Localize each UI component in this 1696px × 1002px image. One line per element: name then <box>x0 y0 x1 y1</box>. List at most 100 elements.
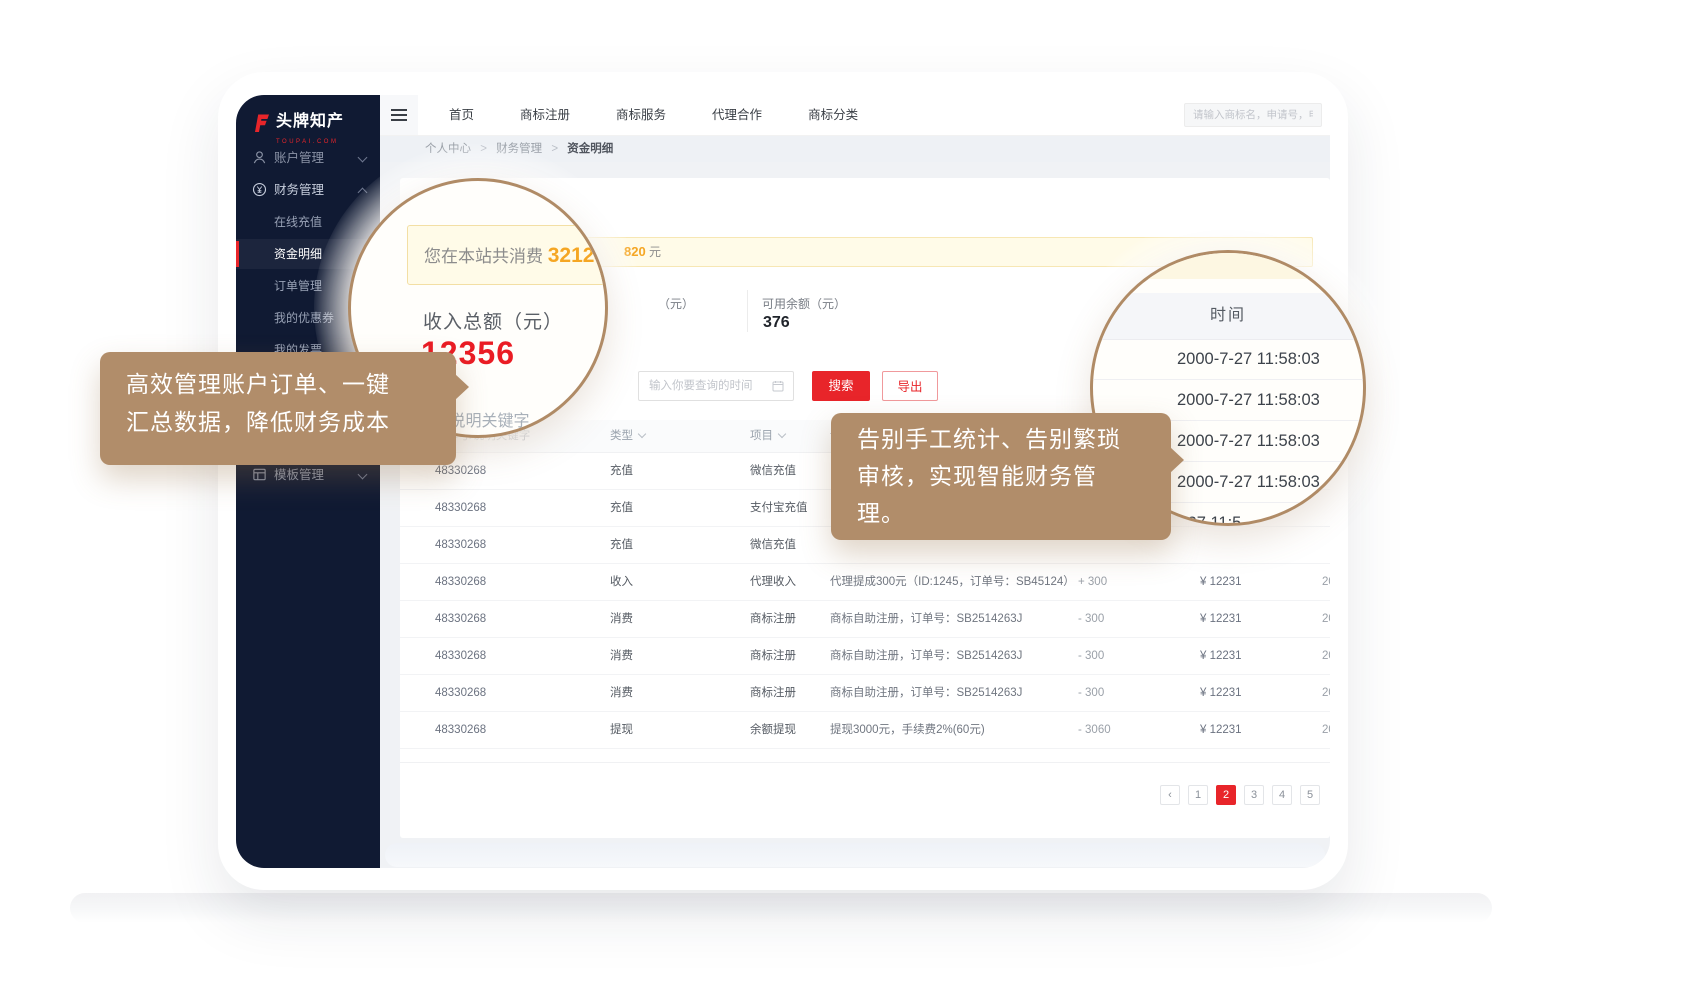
income-total-label: 收入总额（元） <box>423 307 563 334</box>
table-row: 48330268 消费 商标注册 商标自助注册，订单号：SB2514263J -… <box>400 601 1330 638</box>
search-button[interactable]: 搜索 <box>812 371 870 401</box>
cell-item: 支付宝充值 <box>750 490 808 526</box>
cell-amount: - 300 <box>1078 601 1104 637</box>
sidebar-subitem-recharge[interactable]: 在线充值 <box>236 207 380 237</box>
cell-desc: 商标自助注册，订单号：SB2514263J <box>830 675 1022 711</box>
pagination-page-2-active[interactable]: 2 <box>1216 785 1236 805</box>
pagination-page-4[interactable]: 4 <box>1272 785 1292 805</box>
sidebar-item-account[interactable]: 账户管理 <box>236 143 380 173</box>
cell-desc: 商标自助注册，订单号：SB2514263J <box>830 638 1022 674</box>
header-item[interactable]: 项目 <box>750 420 785 452</box>
cell-time: 2000-7-27 11:58:03 <box>1322 638 1330 674</box>
date-query-input[interactable] <box>638 371 794 401</box>
sort-caret-icon <box>778 430 786 438</box>
cell-time: 2000-7-27 11:58:03 <box>1322 601 1330 637</box>
cell-order: 48330268 <box>435 490 486 526</box>
search-input[interactable] <box>1184 103 1322 127</box>
cell-type: 消费 <box>610 601 633 637</box>
nav-item-agency[interactable]: 代理合作 <box>689 95 785 135</box>
export-button[interactable]: 导出 <box>882 371 938 401</box>
calendar-icon[interactable] <box>772 380 784 392</box>
sidebar-item-label: 模板管理 <box>274 468 324 482</box>
lens-notice-prefix: 您在本站共消费 <box>424 247 548 266</box>
pagination-prev[interactable]: ‹ <box>1160 785 1180 805</box>
callout-text: 汇总数据，降低财务成本 <box>126 403 456 441</box>
notice-unit: 元 <box>649 245 661 259</box>
callout-text: 审核，实现智能财务管 <box>857 458 1145 495</box>
cell-type: 充值 <box>610 490 633 526</box>
sidebar-item-finance[interactable]: 财务管理 <box>236 175 380 205</box>
cell-balance: ¥ 12231 <box>1200 712 1242 748</box>
breadcrumb-separator: > <box>551 143 558 155</box>
cell-balance: ¥ 12231 <box>1200 564 1242 600</box>
callout-arrow <box>1170 447 1184 473</box>
cell-balance: ¥ 12231 <box>1200 601 1242 637</box>
stat-divider <box>747 290 748 332</box>
table-row: 48330268 消费 商标注册 商标自助注册，订单号：SB2514263J -… <box>400 638 1330 675</box>
cell-item: 商标注册 <box>750 675 796 711</box>
cell-order: 48330268 <box>435 675 486 711</box>
stat-label-fragment: （元） <box>658 295 694 312</box>
cell-item: 商标注册 <box>750 601 796 637</box>
cell-type: 收入 <box>610 564 633 600</box>
cell-order: 48330268 <box>435 601 486 637</box>
breadcrumb-current: 资金明细 <box>567 143 613 155</box>
cell-balance: ¥ 12231 <box>1200 675 1242 711</box>
breadcrumb-item[interactable]: 个人中心 <box>425 143 471 155</box>
callout-arrow <box>455 374 469 400</box>
nav-item-trademark-service[interactable]: 商标服务 <box>593 95 689 135</box>
finance-icon <box>252 182 267 197</box>
table-row: 48330268 提现 余额提现 提现3000元，手续费2%(60元) - 30… <box>400 712 1330 749</box>
nav-item-trademark-register[interactable]: 商标注册 <box>497 95 593 135</box>
lens-notice-bar: 您在本站共消费 32124 元 <box>407 225 608 285</box>
available-balance-label: 可用余额（元） <box>762 295 846 312</box>
time-row: 2000-7-27 11:58:03 <box>1093 339 1363 380</box>
menu-toggle[interactable] <box>380 95 418 135</box>
nav-item-trademark-category[interactable]: 商标分类 <box>785 95 881 135</box>
pagination-page-1[interactable]: 1 <box>1188 785 1208 805</box>
cell-desc: 提现3000元，手续费2%(60元) <box>830 712 985 748</box>
sidebar-item-label: 财务管理 <box>274 183 324 197</box>
cell-type: 提现 <box>610 712 633 748</box>
cell-time: 2000-7-27 11:58:03 <box>1322 712 1330 748</box>
available-balance-value: 376 <box>763 314 790 332</box>
cell-order: 48330268 <box>435 527 486 563</box>
callout-left: 高效管理账户订单、一键 汇总数据，降低财务成本 <box>100 352 456 465</box>
pagination-page-3[interactable]: 3 <box>1244 785 1264 805</box>
cell-order: 48330268 <box>435 564 486 600</box>
cell-desc: 商标自助注册，订单号：SB2514263J <box>830 601 1022 637</box>
chevron-up-icon <box>358 188 368 198</box>
hamburger-icon <box>391 109 407 124</box>
cell-desc: 代理提成300元（ID:1245，订单号：SB45124） <box>830 564 1075 600</box>
cell-order: 48330268 <box>435 638 486 674</box>
chevron-down-icon <box>358 153 368 163</box>
pagination-page-5[interactable]: 5 <box>1300 785 1320 805</box>
subitem-label: 我的优惠券 <box>274 311 334 325</box>
cell-amount: - 300 <box>1078 638 1104 674</box>
cell-type: 消费 <box>610 638 633 674</box>
footer-strip <box>385 843 1325 867</box>
table-row: 48330268 消费 商标注册 商标自助注册，订单号：SB2514263J -… <box>400 675 1330 712</box>
cell-item: 商标注册 <box>750 638 796 674</box>
nav-item-home[interactable]: 首页 <box>426 95 497 135</box>
breadcrumb-item[interactable]: 财务管理 <box>496 143 542 155</box>
cell-type: 消费 <box>610 675 633 711</box>
callout-text: 告别手工统计、告别繁琐 <box>857 421 1145 458</box>
cell-time: 2000-7-27 11:58:03 <box>1322 675 1330 711</box>
cell-item: 微信充值 <box>750 453 796 489</box>
lens-notice-amount: 32124 <box>548 244 606 267</box>
cell-type: 充值 <box>610 453 633 489</box>
cell-balance: ¥ 12231 <box>1200 638 1242 674</box>
laptop-base <box>70 893 1492 923</box>
notice-amount-fragment: 820 <box>624 244 646 259</box>
template-icon <box>252 467 267 482</box>
callout-right: 告别手工统计、告别繁琐 审核，实现智能财务管 理。 <box>831 413 1171 540</box>
logo-icon <box>252 113 270 133</box>
header-type[interactable]: 类型 <box>610 420 645 452</box>
cell-item: 微信充值 <box>750 527 796 563</box>
chevron-down-icon <box>358 470 368 480</box>
subitem-label: 订单管理 <box>274 279 322 293</box>
sidebar-item-label: 账户管理 <box>274 151 324 165</box>
top-nav-items: 首页 商标注册 商标服务 代理合作 商标分类 <box>426 95 881 135</box>
callout-text: 高效管理账户订单、一键 <box>126 365 456 403</box>
